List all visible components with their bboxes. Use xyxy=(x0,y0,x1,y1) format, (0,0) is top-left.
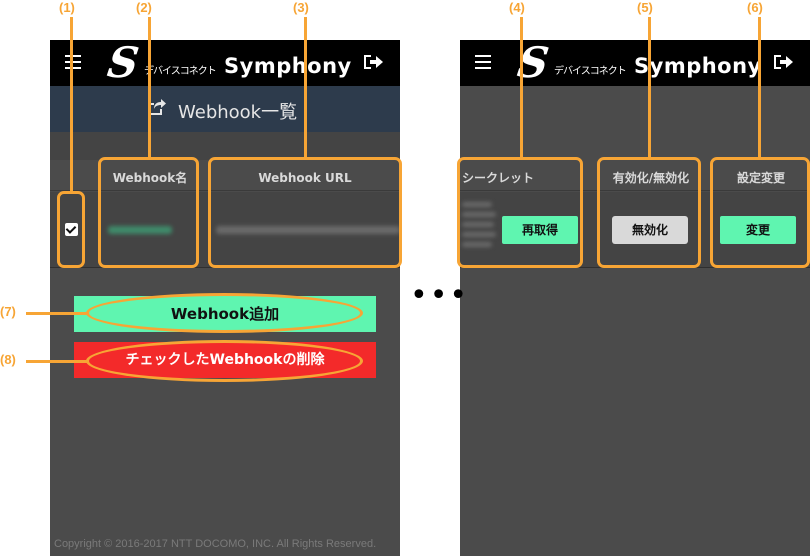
ellipsis-separator: ••• xyxy=(410,278,470,313)
hamburger-icon[interactable] xyxy=(475,55,491,69)
annotation-ellipse-8 xyxy=(86,340,363,382)
annotation-line-3 xyxy=(304,17,307,157)
annotation-box-1 xyxy=(57,191,85,268)
annotation-label-1: (1) xyxy=(59,0,75,15)
annotation-box-4 xyxy=(457,157,583,268)
annotation-line-4 xyxy=(520,17,523,157)
annotation-line-1 xyxy=(70,17,73,191)
page-title: Webhook一覧 xyxy=(178,102,298,123)
annotation-label-8: (8) xyxy=(0,352,16,367)
annotation-label-2: (2) xyxy=(136,0,152,15)
annotation-label-7: (7) xyxy=(0,304,16,319)
annotation-line-8 xyxy=(26,360,88,363)
top-bar: S デバイスコネクト Symphony xyxy=(50,40,400,87)
hamburger-icon[interactable] xyxy=(65,55,81,69)
annotation-line-2 xyxy=(148,17,151,157)
annotation-label-3: (3) xyxy=(293,0,309,15)
logo-name: Symphony xyxy=(224,54,352,78)
annotation-label-6: (6) xyxy=(747,0,763,15)
annotation-box-2 xyxy=(98,157,199,268)
annotation-box-6 xyxy=(710,157,810,268)
logo-subtitle: デバイスコネクト xyxy=(144,66,217,77)
annotation-label-4: (4) xyxy=(509,0,525,15)
annotation-line-5 xyxy=(648,17,651,157)
logo-name: Symphony xyxy=(634,54,762,78)
annotation-box-3 xyxy=(208,157,402,268)
copyright-footer: Copyright © 2016-2017 NTT DOCOMO, INC. A… xyxy=(54,538,377,550)
filter-band xyxy=(50,132,400,160)
annotation-line-7 xyxy=(26,312,88,315)
logout-icon[interactable] xyxy=(362,53,384,71)
annotation-line-6 xyxy=(758,17,761,157)
annotation-box-5 xyxy=(597,157,701,268)
logo-mark: S xyxy=(104,40,142,87)
logo-subtitle: デバイスコネクト xyxy=(554,66,627,77)
page-header: Webhook一覧 xyxy=(50,86,400,132)
app-logo[interactable]: S デバイスコネクト Symphony xyxy=(515,40,762,87)
logout-icon[interactable] xyxy=(772,53,794,71)
annotation-label-5: (5) xyxy=(637,0,653,15)
annotation-ellipse-7 xyxy=(86,293,363,333)
